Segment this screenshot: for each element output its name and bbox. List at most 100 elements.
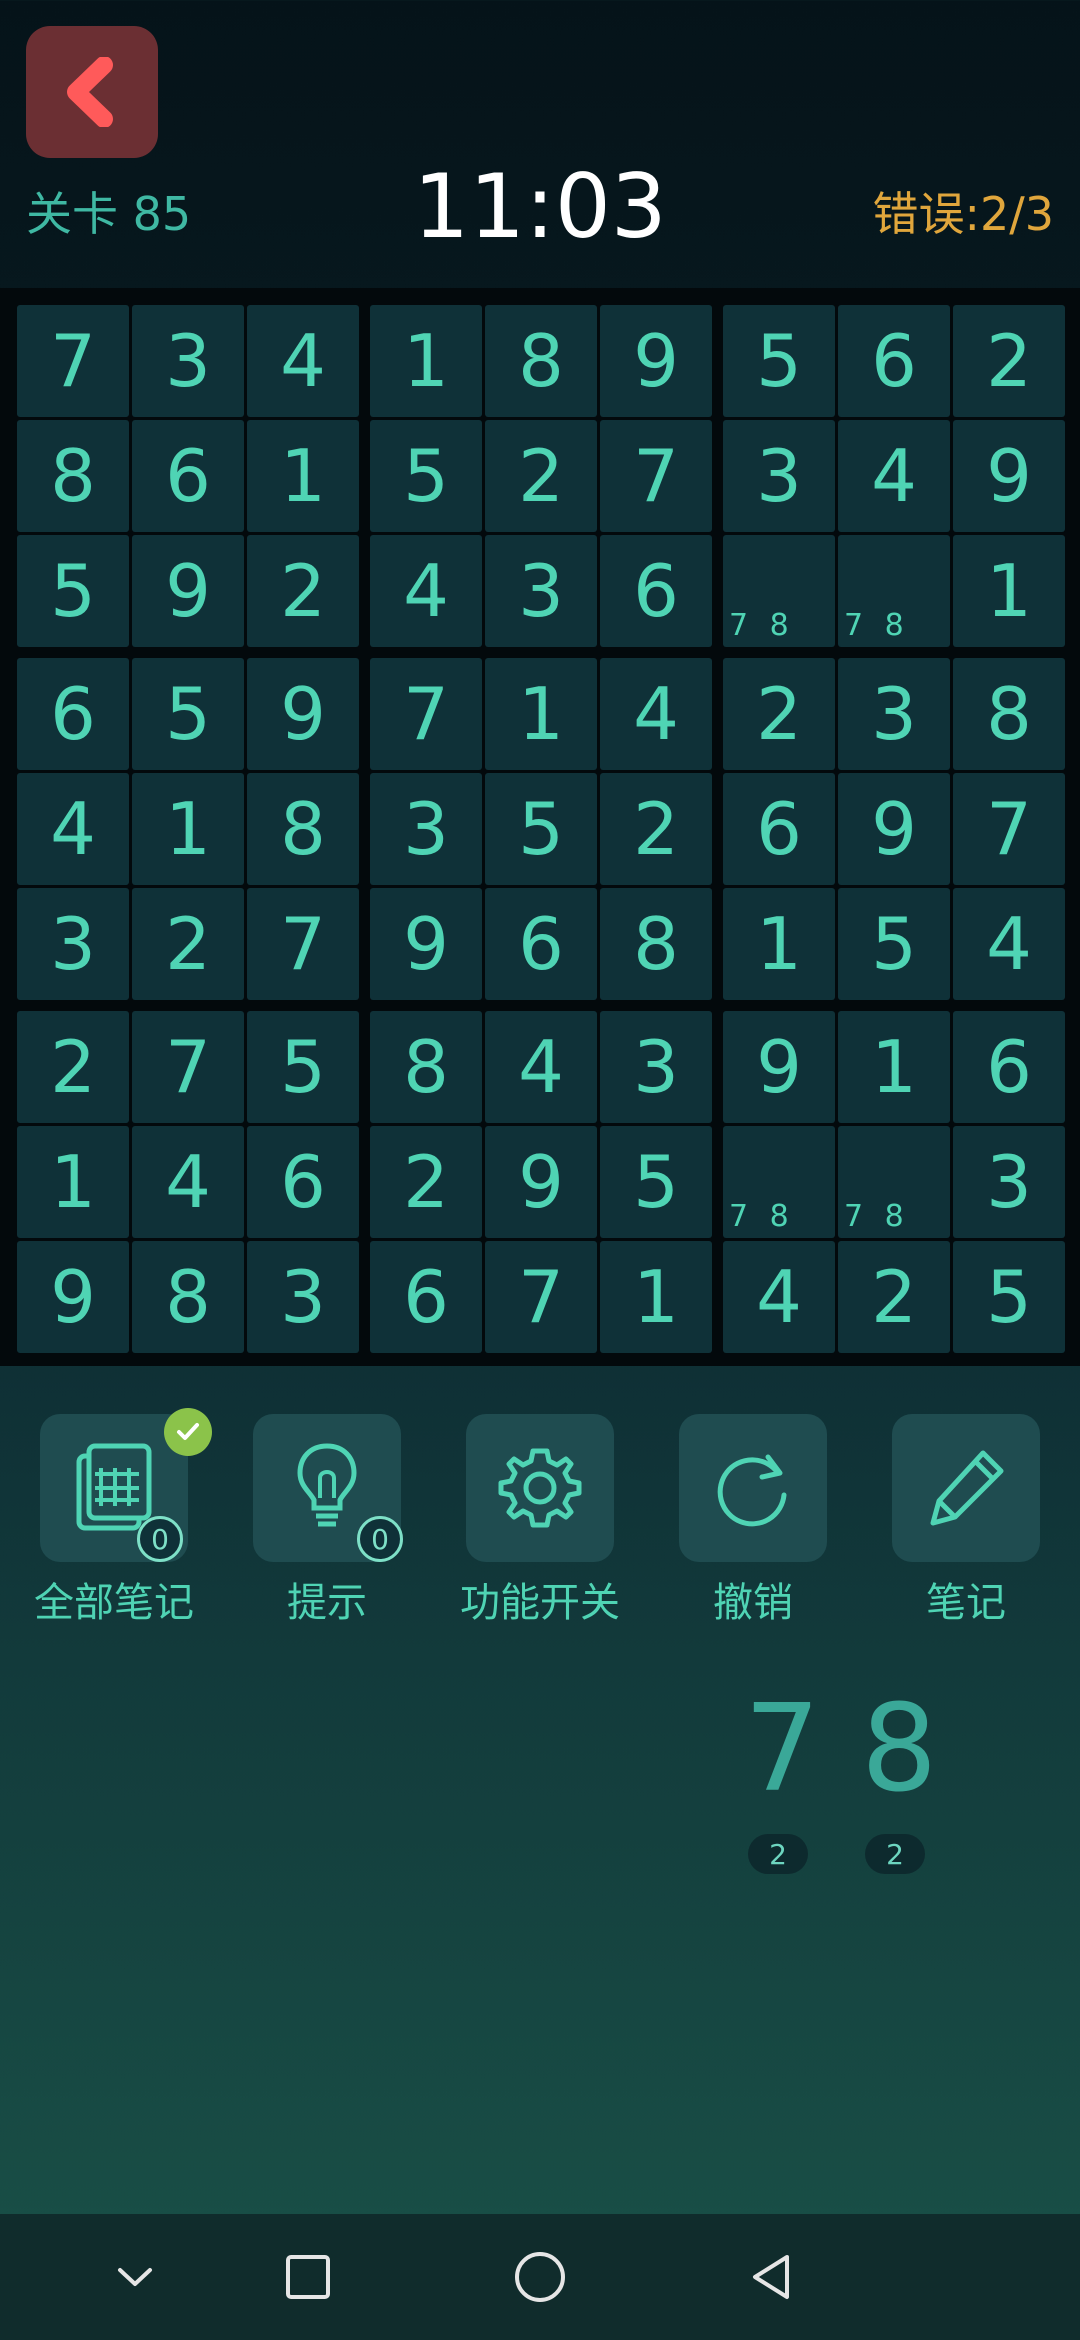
- sudoku-cell[interactable]: 2: [485, 420, 597, 532]
- sudoku-cell[interactable]: 3: [247, 1241, 359, 1353]
- sudoku-cell[interactable]: 9: [723, 1011, 835, 1123]
- sudoku-cell[interactable]: 2: [953, 305, 1065, 417]
- sudoku-cell[interactable]: 4: [723, 1241, 835, 1353]
- settings-button[interactable]: 功能开关: [420, 1414, 660, 1626]
- sudoku-cell[interactable]: 6: [17, 658, 129, 770]
- sudoku-cell[interactable]: 1: [132, 773, 244, 885]
- pencil-button[interactable]: 笔记: [846, 1414, 1080, 1626]
- sudoku-cell[interactable]: 5: [247, 1011, 359, 1123]
- sudoku-cell[interactable]: 9: [600, 305, 712, 417]
- back-button[interactable]: [26, 26, 158, 158]
- sudoku-cell[interactable]: 8: [485, 305, 597, 417]
- sudoku-cell[interactable]: 7: [132, 1011, 244, 1123]
- sudoku-cell[interactable]: 7 8: [838, 535, 950, 647]
- sudoku-cell[interactable]: 3: [600, 1011, 712, 1123]
- sudoku-cell[interactable]: 3: [132, 305, 244, 417]
- sudoku-cell[interactable]: 6: [723, 773, 835, 885]
- sudoku-cell[interactable]: 1: [17, 1126, 129, 1238]
- nav-collapse-button[interactable]: [105, 2247, 165, 2307]
- nav-back-button[interactable]: [742, 2247, 802, 2307]
- sudoku-cell[interactable]: 9: [953, 420, 1065, 532]
- sudoku-cell[interactable]: 4: [838, 420, 950, 532]
- sudoku-cell[interactable]: 3: [17, 888, 129, 1000]
- sudoku-cell[interactable]: 5: [17, 535, 129, 647]
- sudoku-cell[interactable]: 1: [838, 1011, 950, 1123]
- sudoku-cell[interactable]: 8: [132, 1241, 244, 1353]
- sudoku-cell[interactable]: 1: [723, 888, 835, 1000]
- nav-recents-button[interactable]: [278, 2247, 338, 2307]
- cell-value: 1: [633, 1255, 679, 1339]
- sudoku-cell[interactable]: 7: [600, 420, 712, 532]
- sudoku-cell[interactable]: 4: [247, 305, 359, 417]
- sudoku-cell[interactable]: 4: [600, 658, 712, 770]
- sudoku-cell[interactable]: 1: [485, 658, 597, 770]
- sudoku-cell[interactable]: 2: [132, 888, 244, 1000]
- sudoku-cell[interactable]: 6: [953, 1011, 1065, 1123]
- sudoku-cell[interactable]: 9: [247, 658, 359, 770]
- nav-home-button[interactable]: [510, 2247, 570, 2307]
- sudoku-cell[interactable]: 4: [953, 888, 1065, 1000]
- sudoku-cell[interactable]: 6: [485, 888, 597, 1000]
- all-notes-button[interactable]: 0 全部笔记: [0, 1408, 234, 1626]
- cell-value: 7: [518, 1255, 564, 1339]
- sudoku-cell[interactable]: 1: [953, 535, 1065, 647]
- sudoku-cell[interactable]: 9: [17, 1241, 129, 1353]
- sudoku-cell[interactable]: 7: [953, 773, 1065, 885]
- undo-button[interactable]: 撤销: [633, 1414, 873, 1626]
- sudoku-cell[interactable]: 3: [838, 658, 950, 770]
- sudoku-cell[interactable]: 8: [247, 773, 359, 885]
- sudoku-cell[interactable]: 5: [132, 658, 244, 770]
- sudoku-cell[interactable]: 4: [17, 773, 129, 885]
- sudoku-cell[interactable]: 7 8: [723, 1126, 835, 1238]
- cell-value: 1: [756, 902, 802, 986]
- triangle-back-icon: [753, 2255, 789, 2299]
- cell-value: 6: [280, 1140, 326, 1224]
- sudoku-cell[interactable]: 7: [370, 658, 482, 770]
- sudoku-cell[interactable]: 9: [485, 1126, 597, 1238]
- sudoku-cell[interactable]: 2: [600, 773, 712, 885]
- sudoku-cell[interactable]: 5: [953, 1241, 1065, 1353]
- numpad-digit-8[interactable]: 8: [861, 1680, 937, 1819]
- sudoku-cell[interactable]: 7 8: [723, 535, 835, 647]
- sudoku-cell[interactable]: 7: [485, 1241, 597, 1353]
- sudoku-cell[interactable]: 1: [370, 305, 482, 417]
- sudoku-cell[interactable]: 7: [247, 888, 359, 1000]
- sudoku-cell[interactable]: 9: [370, 888, 482, 1000]
- sudoku-cell[interactable]: 3: [370, 773, 482, 885]
- sudoku-cell[interactable]: 8: [17, 420, 129, 532]
- sudoku-cell[interactable]: 9: [132, 535, 244, 647]
- sudoku-cell[interactable]: 7: [17, 305, 129, 417]
- sudoku-cell[interactable]: 9: [838, 773, 950, 885]
- sudoku-cell[interactable]: 5: [723, 305, 835, 417]
- cell-value: 4: [518, 1025, 564, 1109]
- numpad-digit-7[interactable]: 7: [744, 1680, 820, 1819]
- hint-button[interactable]: 0 提示: [207, 1414, 447, 1626]
- sudoku-cell[interactable]: 7 8: [838, 1126, 950, 1238]
- sudoku-cell[interactable]: 3: [485, 535, 597, 647]
- sudoku-cell[interactable]: 6: [132, 420, 244, 532]
- sudoku-cell[interactable]: 4: [485, 1011, 597, 1123]
- sudoku-cell[interactable]: 6: [247, 1126, 359, 1238]
- sudoku-cell[interactable]: 5: [485, 773, 597, 885]
- sudoku-cell[interactable]: 1: [247, 420, 359, 532]
- sudoku-cell[interactable]: 6: [600, 535, 712, 647]
- sudoku-cell[interactable]: 2: [370, 1126, 482, 1238]
- sudoku-cell[interactable]: 5: [600, 1126, 712, 1238]
- sudoku-cell[interactable]: 3: [953, 1126, 1065, 1238]
- sudoku-cell[interactable]: 4: [132, 1126, 244, 1238]
- sudoku-cell[interactable]: 4: [370, 535, 482, 647]
- sudoku-cell[interactable]: 2: [838, 1241, 950, 1353]
- sudoku-cell[interactable]: 8: [953, 658, 1065, 770]
- sudoku-cell[interactable]: 5: [370, 420, 482, 532]
- sudoku-cell[interactable]: 2: [723, 658, 835, 770]
- sudoku-cell[interactable]: 5: [838, 888, 950, 1000]
- sudoku-cell[interactable]: 2: [247, 535, 359, 647]
- sudoku-cell[interactable]: 2: [17, 1011, 129, 1123]
- sudoku-cell[interactable]: 6: [838, 305, 950, 417]
- sudoku-cell[interactable]: 6: [370, 1241, 482, 1353]
- sudoku-cell[interactable]: 1: [600, 1241, 712, 1353]
- sudoku-cell[interactable]: 3: [723, 420, 835, 532]
- sudoku-cell[interactable]: 8: [370, 1011, 482, 1123]
- cell-value: 7: [633, 434, 679, 518]
- sudoku-cell[interactable]: 8: [600, 888, 712, 1000]
